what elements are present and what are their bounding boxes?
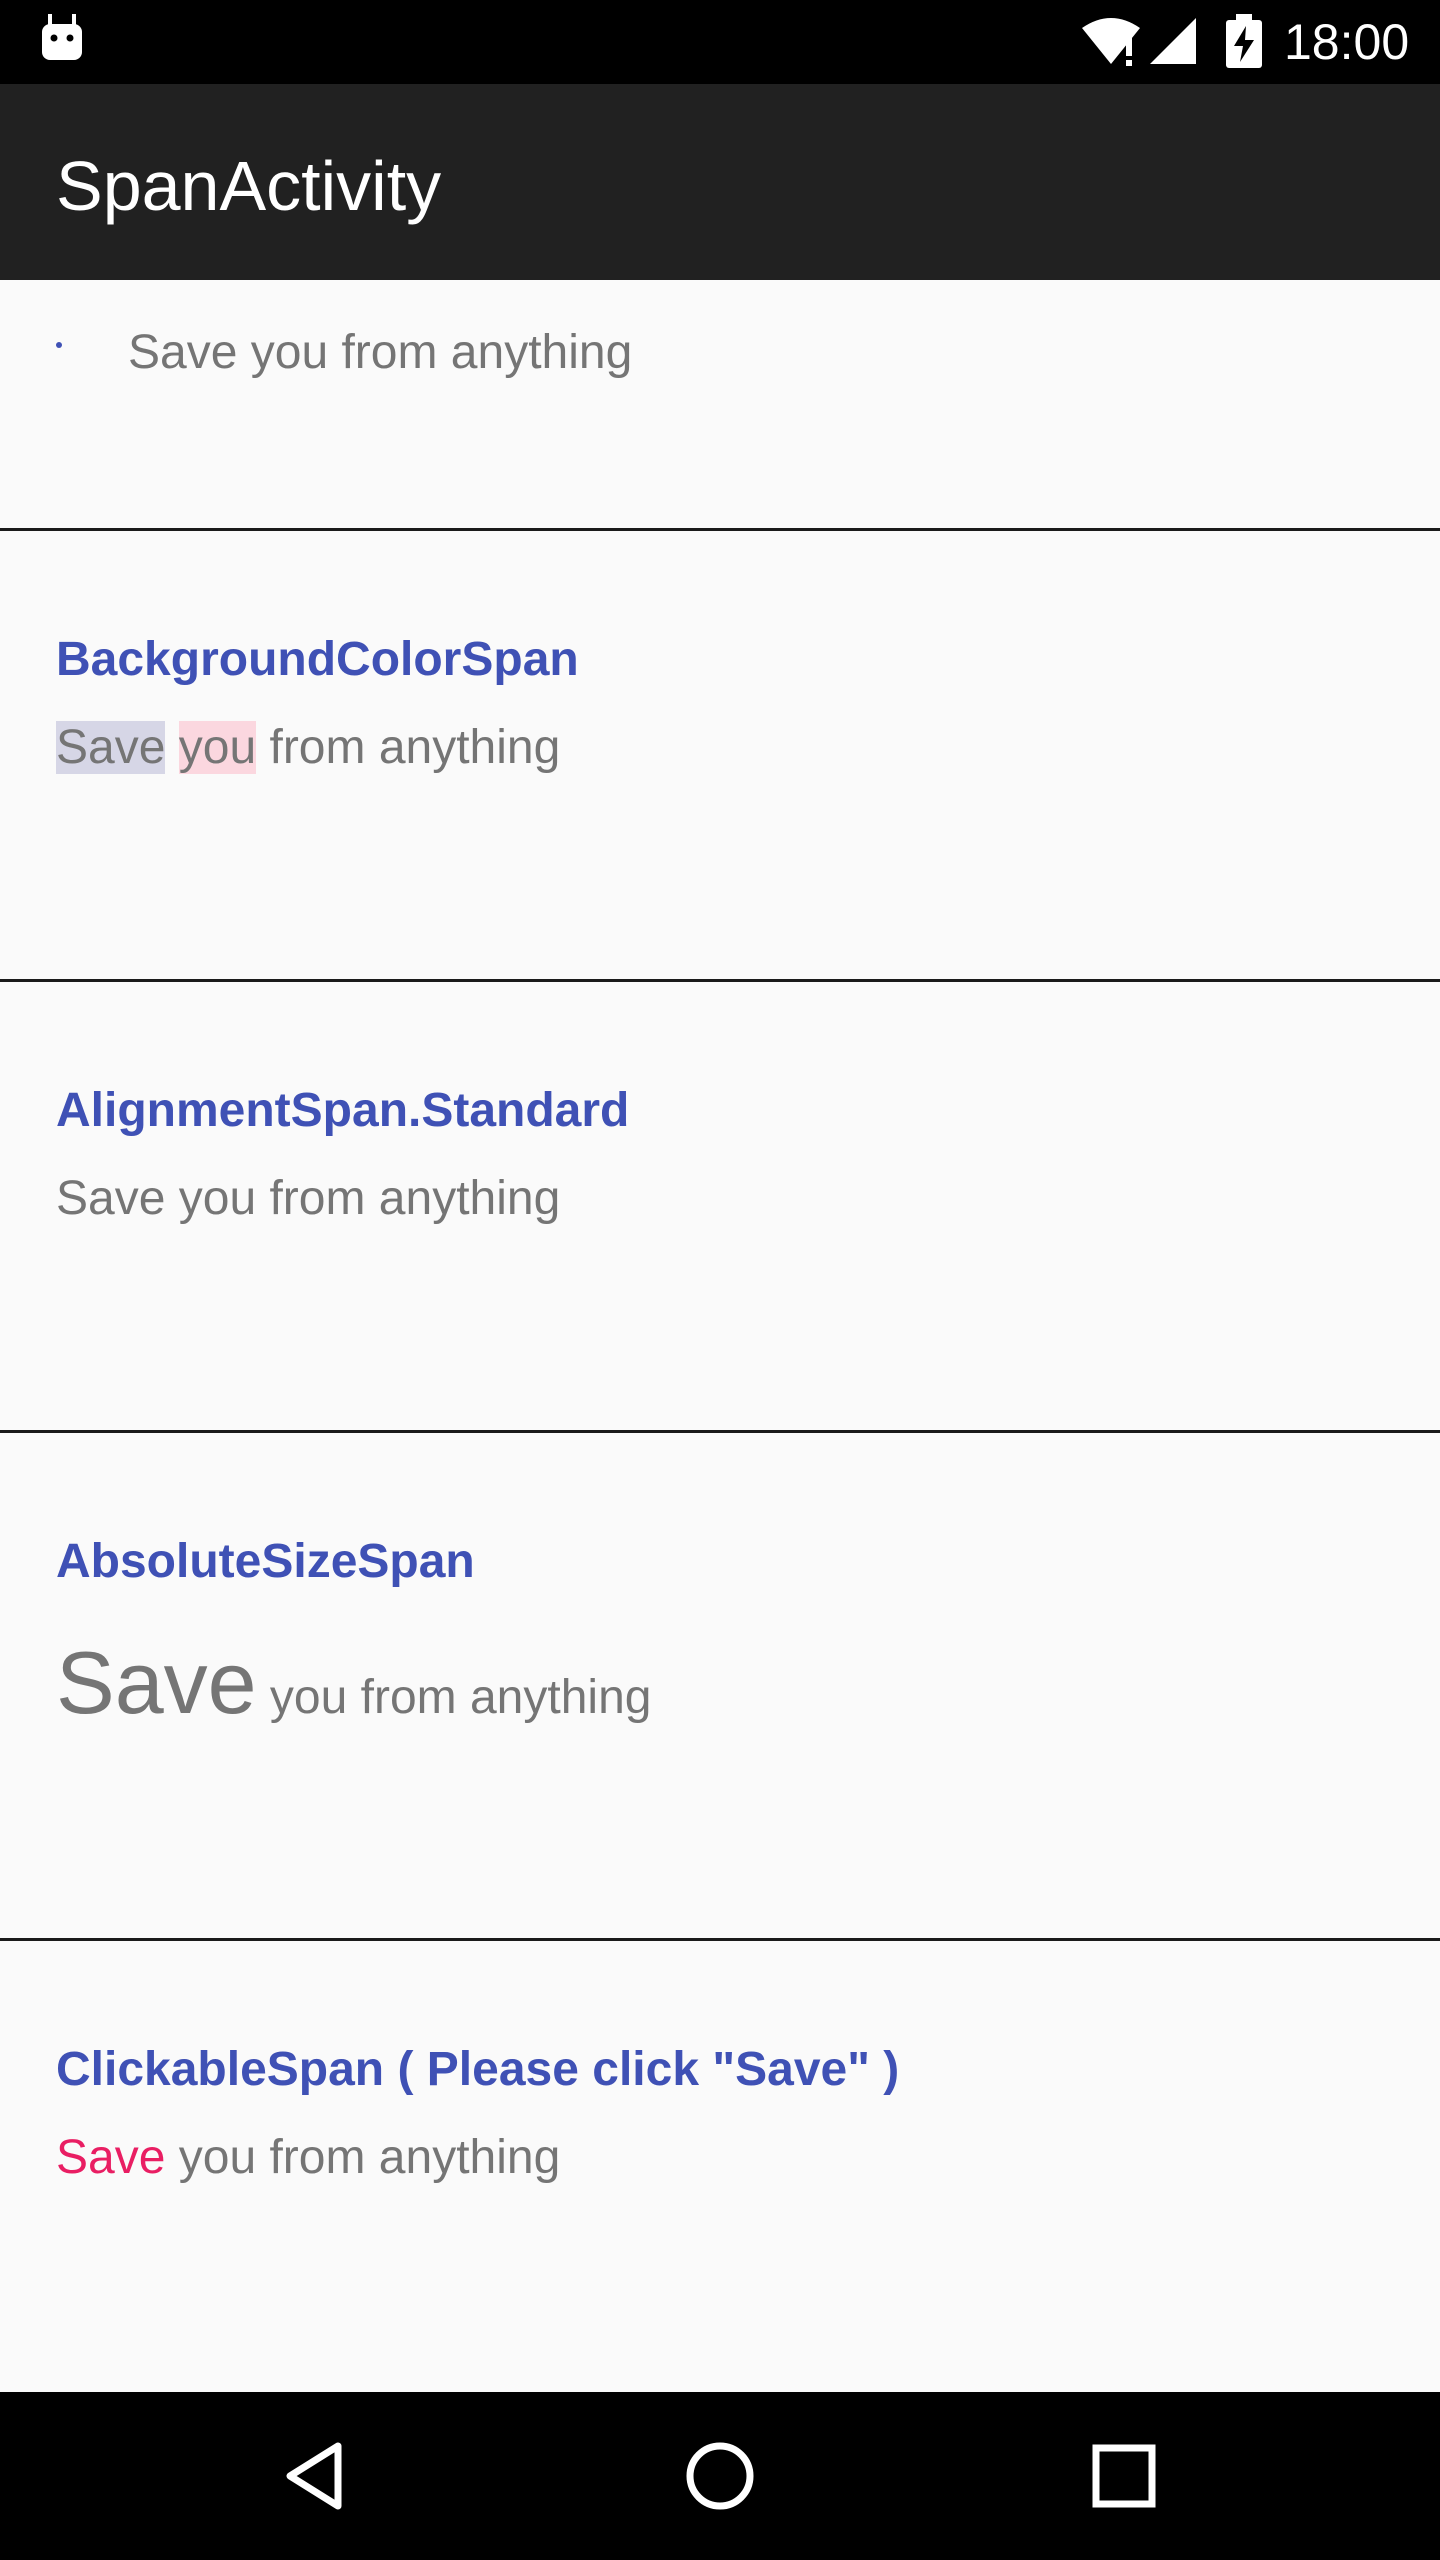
plain-text: you from anything [256,1671,652,1724]
section-bullet-span: Save you from anything [0,280,1440,528]
bullet-dot [56,342,62,348]
section-clickable-span: ClickableSpan ( Please click "Save" ) Sa… [0,1941,1440,2392]
section-alignment-span: AlignmentSpan.Standard Save you from any… [0,982,1440,1430]
plain-text: from anything [256,721,561,774]
section-heading: AbsoluteSizeSpan [56,1535,475,1588]
battery-charging-icon [1226,14,1262,68]
plain-text: you from anything [165,2131,561,2184]
highlighted-word-save: Save [56,721,166,774]
section-heading: BackgroundColorSpan [56,633,579,686]
status-bar: 18:00 [0,0,1440,84]
android-icon [42,14,82,60]
wifi-icon [1082,18,1140,66]
background-color-span-text: Save you from anything [56,715,560,781]
recents-icon[interactable] [1084,2436,1164,2516]
clickable-save-link[interactable]: Save [56,2131,165,2184]
section-absolute-size-span: AbsoluteSizeSpan Save you from anything [0,1433,1440,1938]
toolbar-title: SpanActivity [56,147,442,225]
navigation-bar [0,2392,1440,2560]
status-time: 18:00 [1284,14,1410,70]
highlighted-word-you: you [178,721,257,774]
back-icon[interactable] [276,2436,356,2516]
section-heading: ClickableSpan ( Please click "Save" ) [56,2043,900,2096]
section-background-color-span: BackgroundColorSpan Save you from anythi… [0,531,1440,979]
clickable-span-text: Save you from anything [56,2125,560,2191]
bullet-span-text: Save you from anything [128,326,633,379]
large-word-save: Save [56,1633,257,1732]
signal-icon [1150,18,1196,64]
toolbar: SpanActivity [0,84,1440,280]
content-scroll[interactable]: Save you from anything BackgroundColorSp… [0,280,1440,2392]
home-icon[interactable] [680,2436,760,2516]
alignment-span-text: Save you from anything [56,1172,561,1225]
absolute-size-span-text: Save you from anything [56,1633,651,1748]
screen: 18:00 SpanActivity Save you from anythin… [0,0,1440,2560]
section-heading: AlignmentSpan.Standard [56,1084,630,1137]
